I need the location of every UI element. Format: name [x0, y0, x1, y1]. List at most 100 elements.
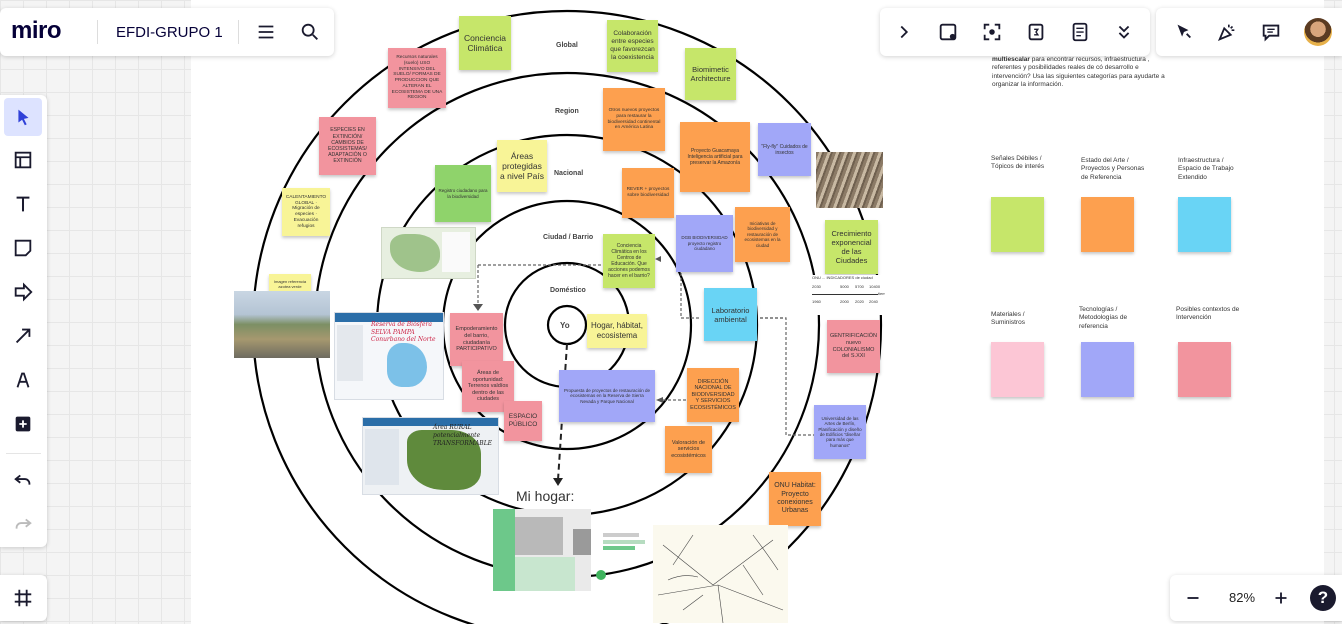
menu-icon[interactable]: [248, 14, 284, 50]
board-frame[interactable]: Global Region Nacional Ciudad / Barrio D…: [191, 0, 1324, 624]
timeline-chart-image[interactable]: ONU ... INDICADORES de ciudad 2030 5000 …: [810, 275, 885, 315]
sticky-note[interactable]: DIRECCIÓN NACIONAL DE BIODIVERSIDAD Y SE…: [687, 368, 739, 422]
creation-toolbar: [0, 95, 47, 547]
legend-swatch-violet[interactable]: [1081, 342, 1134, 397]
timer-icon[interactable]: [1018, 14, 1054, 50]
sticky-note[interactable]: Iniciativas de biodiversidad y restaurac…: [735, 207, 790, 262]
facade-photo-image[interactable]: [816, 152, 883, 208]
pen-icon[interactable]: [5, 362, 41, 398]
sticky-note[interactable]: Registro ciudadano para la biodiversidad: [435, 165, 491, 222]
search-icon[interactable]: [292, 14, 328, 50]
sticky-note[interactable]: Otros nuevos proyectos para restaurar la…: [603, 88, 665, 151]
sticky-note[interactable]: Proyecto Guacamaya Inteligencia artifici…: [680, 122, 750, 192]
sticky-note[interactable]: "Fly-fly" Cuidados de insectos: [758, 123, 811, 176]
sticky-note[interactable]: Universidad de las Artes de Berlín, Plan…: [814, 405, 866, 459]
legend-swatch-red[interactable]: [1178, 342, 1231, 397]
sticky-note[interactable]: Propuesta de proyectos de restauración d…: [559, 370, 655, 422]
miro-logo[interactable]: miro: [11, 17, 62, 45]
sticky-note[interactable]: Recursos naturales (suelo) USO INTENSIVO…: [388, 48, 446, 108]
ring-label-domestico: Doméstico: [550, 287, 586, 294]
ring-center-yo: Yo: [560, 321, 570, 330]
connector-icon[interactable]: [5, 318, 41, 354]
zoom-out-icon[interactable]: [1175, 580, 1211, 616]
sticky-note[interactable]: Conciencia Climática en los Centros de E…: [603, 234, 655, 288]
legend-intro-line-3: organizar la información.: [992, 81, 1064, 89]
chevron-double-down-icon[interactable]: [1106, 14, 1142, 50]
comments-icon[interactable]: [1253, 14, 1289, 50]
timeline-bottom-3: 2020: [855, 299, 864, 304]
sketch-map-image[interactable]: [653, 525, 788, 623]
zoom-panel: 82% ?: [1170, 575, 1342, 621]
legend-swatch-orange[interactable]: [1081, 197, 1134, 252]
frames-list-icon[interactable]: [5, 580, 41, 616]
sticky-note[interactable]: Hogar, hábitat, ecosistema: [587, 314, 647, 348]
sticky-note[interactable]: Áreas protegidas a nivel País: [497, 140, 547, 192]
sticky-note[interactable]: DGB BIODIVERSIDAD proyecto registro ciud…: [676, 215, 733, 272]
sticky-note[interactable]: REVER + proyectos sobre biodiversidad: [622, 168, 674, 218]
sticky-note[interactable]: Laboratorio ambiental: [704, 288, 757, 341]
green-dot: [596, 570, 606, 580]
rural-area-map-image[interactable]: Área RURAL potencialmente TRANSFORMABLE: [362, 417, 499, 495]
sticky-note[interactable]: ONU Habitat: Proyecto conexiones Urbanas: [769, 472, 821, 526]
mi-hogar-label: Mi hogar:: [516, 488, 575, 504]
legend-swatch-pink[interactable]: [991, 342, 1044, 397]
reserva-map-caption: Reserva de Biósfera SELVA PAMPA Conurban…: [371, 321, 436, 343]
reaction-icon[interactable]: [1209, 14, 1245, 50]
sketch-lines: [657, 534, 784, 623]
sticky-note[interactable]: GENTRIFICACIÓN nuevo COLONIALISMO del S.…: [827, 320, 880, 373]
legend-cat-contextos: Posibles contextos de Intervención: [1176, 306, 1240, 322]
legend-swatch-green[interactable]: [991, 197, 1044, 252]
timeline-axis-label: tiempo: [878, 291, 885, 296]
sticky-note[interactable]: Empoderamiento del barrio, ciudadanía PA…: [450, 313, 503, 366]
timeline-bottom-4: 2040: [869, 299, 878, 304]
timeline-top-2: 5000: [840, 284, 849, 289]
timeline-top-3: 5700: [855, 284, 864, 289]
ring-label-global: Global: [556, 42, 578, 49]
shape-icon[interactable]: [5, 274, 41, 310]
ring-label-nacional: Nacional: [554, 170, 584, 177]
floorplan-legend-image[interactable]: [603, 531, 649, 551]
sticky-note[interactable]: Colaboración entre especies que favorezc…: [607, 20, 658, 72]
sticky-note-icon[interactable]: [5, 230, 41, 266]
sticky-note[interactable]: Valoración de servicios ecosistémicos: [665, 426, 712, 473]
chevron-right-icon[interactable]: [886, 14, 922, 50]
share-toolbar: [1156, 8, 1342, 56]
sticky-note[interactable]: Biomimetic Architecture: [685, 48, 736, 100]
zoom-level[interactable]: 82%: [1222, 590, 1262, 605]
legend-swatch-blue[interactable]: [1178, 197, 1231, 252]
floorplan-image[interactable]: [493, 509, 591, 591]
header-divider: [238, 20, 239, 44]
board-header: miro EFDI-GRUPO 1: [0, 8, 334, 56]
reserva-map-image[interactable]: Reserva de Biósfera SELVA PAMPA Conurban…: [334, 312, 444, 400]
frame-apps-icon[interactable]: [930, 14, 966, 50]
undo-icon[interactable]: [5, 462, 41, 498]
timeline-title: ONU ... INDICADORES de ciudad: [812, 275, 873, 280]
sticky-note[interactable]: ESPACIO PÚBLICO: [504, 401, 542, 441]
legend-intro-bold: multiescalar: [992, 56, 1030, 63]
add-icon[interactable]: [5, 406, 41, 442]
cursor-off-icon[interactable]: [1165, 14, 1201, 50]
legend-cat-infra: Infraestructura / Espacio de Trabajo Ext…: [1178, 157, 1234, 181]
redo-icon[interactable]: [5, 506, 41, 542]
zoom-in-icon[interactable]: [1263, 580, 1299, 616]
select-icon[interactable]: [4, 98, 42, 136]
text-icon[interactable]: [5, 186, 41, 222]
legend-intro: multiescalar para encontrar recursos, in…: [992, 56, 1192, 90]
sticky-note[interactable]: Crecimiento exponencial de las Ciudades: [825, 220, 878, 274]
regional-map-image[interactable]: [381, 227, 476, 279]
rooftop-garden-image[interactable]: [234, 291, 330, 358]
sticky-note[interactable]: CALENTAMIENTO GLOBAL · Migración de espe…: [282, 188, 330, 236]
ring-label-region: Region: [555, 108, 579, 115]
legend-cat-senales: Señales Débiles / Tópicos de interés: [991, 155, 1045, 171]
focus-icon[interactable]: [974, 14, 1010, 50]
help-icon[interactable]: ?: [1310, 585, 1336, 611]
legend-cat-materiales: Materiales / Suministros: [991, 311, 1025, 327]
legend-intro-line-2: intervención? Usa las siguientes categor…: [992, 72, 1165, 80]
sticky-note[interactable]: ESPECIES EN EXTINCIÓN/ CAMBIOS DE ECOSIS…: [319, 117, 376, 175]
avatar[interactable]: [1304, 18, 1332, 46]
timeline-top-1: 2030: [812, 284, 821, 289]
notes-icon[interactable]: [1062, 14, 1098, 50]
board-title[interactable]: EFDI-GRUPO 1: [116, 24, 223, 41]
frame-icon[interactable]: [5, 142, 41, 178]
sticky-note[interactable]: Conciencia Climática: [459, 16, 511, 70]
